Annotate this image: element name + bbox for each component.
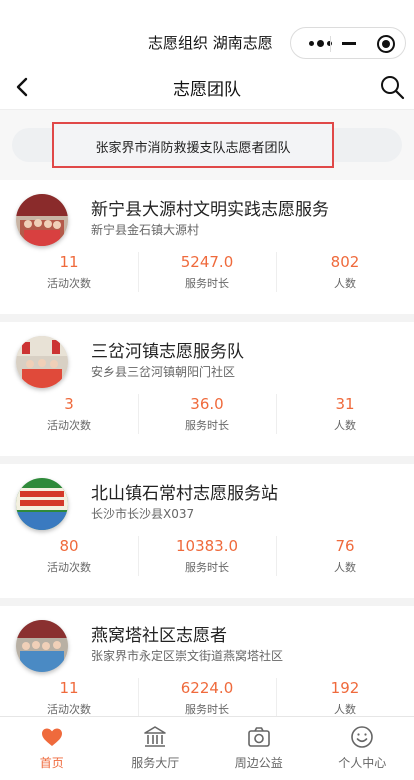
team-name: 三岔河镇志愿服务队 (91, 342, 244, 362)
dot-icon (316, 39, 324, 47)
tab-home[interactable]: 首页 (0, 717, 104, 780)
stat-value: 10383.0 (175, 537, 239, 555)
tab-label: 个人中心 (338, 756, 387, 770)
tab-label: 服务大厅 (131, 756, 180, 770)
minimize-button[interactable] (342, 42, 356, 45)
building-icon (144, 726, 167, 747)
stat-value: 3 (64, 395, 74, 413)
mini-program-title: 志愿组织 湖南志愿 (148, 34, 273, 52)
stat-value: 76 (335, 537, 355, 555)
stat-activity-count: 11 活动次数 (0, 250, 138, 296)
navigation-bar: 志愿团队 (0, 64, 414, 110)
stat-value: 31 (335, 395, 355, 413)
stat-value: 36.0 (190, 395, 224, 413)
team-name: 北山镇石常村志愿服务站 (91, 484, 278, 504)
team-stats: 3 活动次数 36.0 服务时长 31 人数 (0, 392, 414, 438)
team-location: 新宁县金石镇大源村 (91, 223, 200, 237)
stat-value: 11 (59, 679, 79, 697)
stat-label: 服务时长 (185, 561, 229, 574)
stat-service-hours: 10383.0 服务时长 (138, 534, 276, 580)
stat-service-hours: 5247.0 服务时长 (138, 250, 276, 296)
stat-member-count: 76 人数 (276, 534, 414, 580)
stat-member-count: 31 人数 (276, 392, 414, 438)
stat-member-count: 802 人数 (276, 250, 414, 296)
capsule-divider (330, 36, 331, 52)
heart-icon (41, 728, 62, 746)
smiley-icon (351, 726, 374, 748)
stat-label: 活动次数 (47, 277, 91, 290)
team-location: 安乡县三岔河镇朝阳门社区 (91, 365, 236, 379)
search-icon[interactable] (378, 73, 406, 101)
tab-profile[interactable]: 个人中心 (311, 717, 414, 780)
bottom-tab-bar: 首页 服务大厅 周边公益 个人中心 (0, 716, 414, 780)
camera-icon (247, 727, 270, 747)
search-text: 张家界市消防救援支队志愿者团队 (95, 141, 291, 156)
team-avatar (16, 336, 68, 388)
stat-label: 人数 (334, 277, 356, 290)
search-area: 张家界市消防救援支队志愿者团队 (0, 110, 414, 180)
close-mini-program-button[interactable] (377, 35, 395, 53)
team-stats: 11 活动次数 5247.0 服务时长 802 人数 (0, 250, 414, 296)
team-avatar (16, 620, 68, 672)
tab-service-hall[interactable]: 服务大厅 (104, 717, 208, 780)
team-card[interactable]: 新宁县大源村文明实践志愿服务 新宁县金石镇大源村 11 活动次数 5247.0 … (0, 180, 414, 314)
stat-label: 服务时长 (185, 419, 229, 432)
team-location: 张家界市永定区崇文街道燕窝塔社区 (91, 649, 284, 663)
stat-service-hours: 36.0 服务时长 (138, 392, 276, 438)
team-stats: 80 活动次数 10383.0 服务时长 76 人数 (0, 534, 414, 580)
stat-label: 人数 (334, 419, 356, 432)
stat-label: 人数 (334, 561, 356, 574)
team-card[interactable]: 三岔河镇志愿服务队 安乡县三岔河镇朝阳门社区 3 活动次数 36.0 服务时长 … (0, 322, 414, 456)
stat-value: 80 (59, 537, 79, 555)
stat-activity-count: 3 活动次数 (0, 392, 138, 438)
team-avatar (16, 194, 68, 246)
search-input[interactable]: 张家界市消防救援支队志愿者团队 (52, 122, 334, 168)
team-name: 燕窝塔社区志愿者 (91, 626, 227, 646)
stat-value: 5247.0 (180, 253, 234, 271)
mini-program-bar: 志愿组织 湖南志愿 (0, 0, 414, 64)
page-title: 志愿团队 (173, 80, 241, 100)
stat-label: 活动次数 (47, 561, 91, 574)
team-card[interactable]: 北山镇石常村志愿服务站 长沙市长沙县X037 80 活动次数 10383.0 服… (0, 464, 414, 598)
team-location: 长沙市长沙县X037 (91, 507, 195, 521)
tab-nearby[interactable]: 周边公益 (207, 717, 311, 780)
stat-label: 服务时长 (185, 277, 229, 290)
capsule-menu (290, 27, 406, 59)
stat-value: 11 (59, 253, 79, 271)
dot-icon (308, 40, 314, 46)
team-name: 新宁县大源村文明实践志愿服务 (91, 200, 329, 220)
stat-activity-count: 80 活动次数 (0, 534, 138, 580)
stat-value: 192 (330, 679, 360, 697)
team-avatar (16, 478, 68, 530)
stat-value: 6224.0 (180, 679, 234, 697)
more-menu-button[interactable] (291, 28, 349, 58)
tab-label: 首页 (39, 756, 64, 770)
stat-value: 802 (330, 253, 360, 271)
stat-label: 活动次数 (47, 419, 91, 432)
tab-label: 周边公益 (234, 756, 283, 770)
